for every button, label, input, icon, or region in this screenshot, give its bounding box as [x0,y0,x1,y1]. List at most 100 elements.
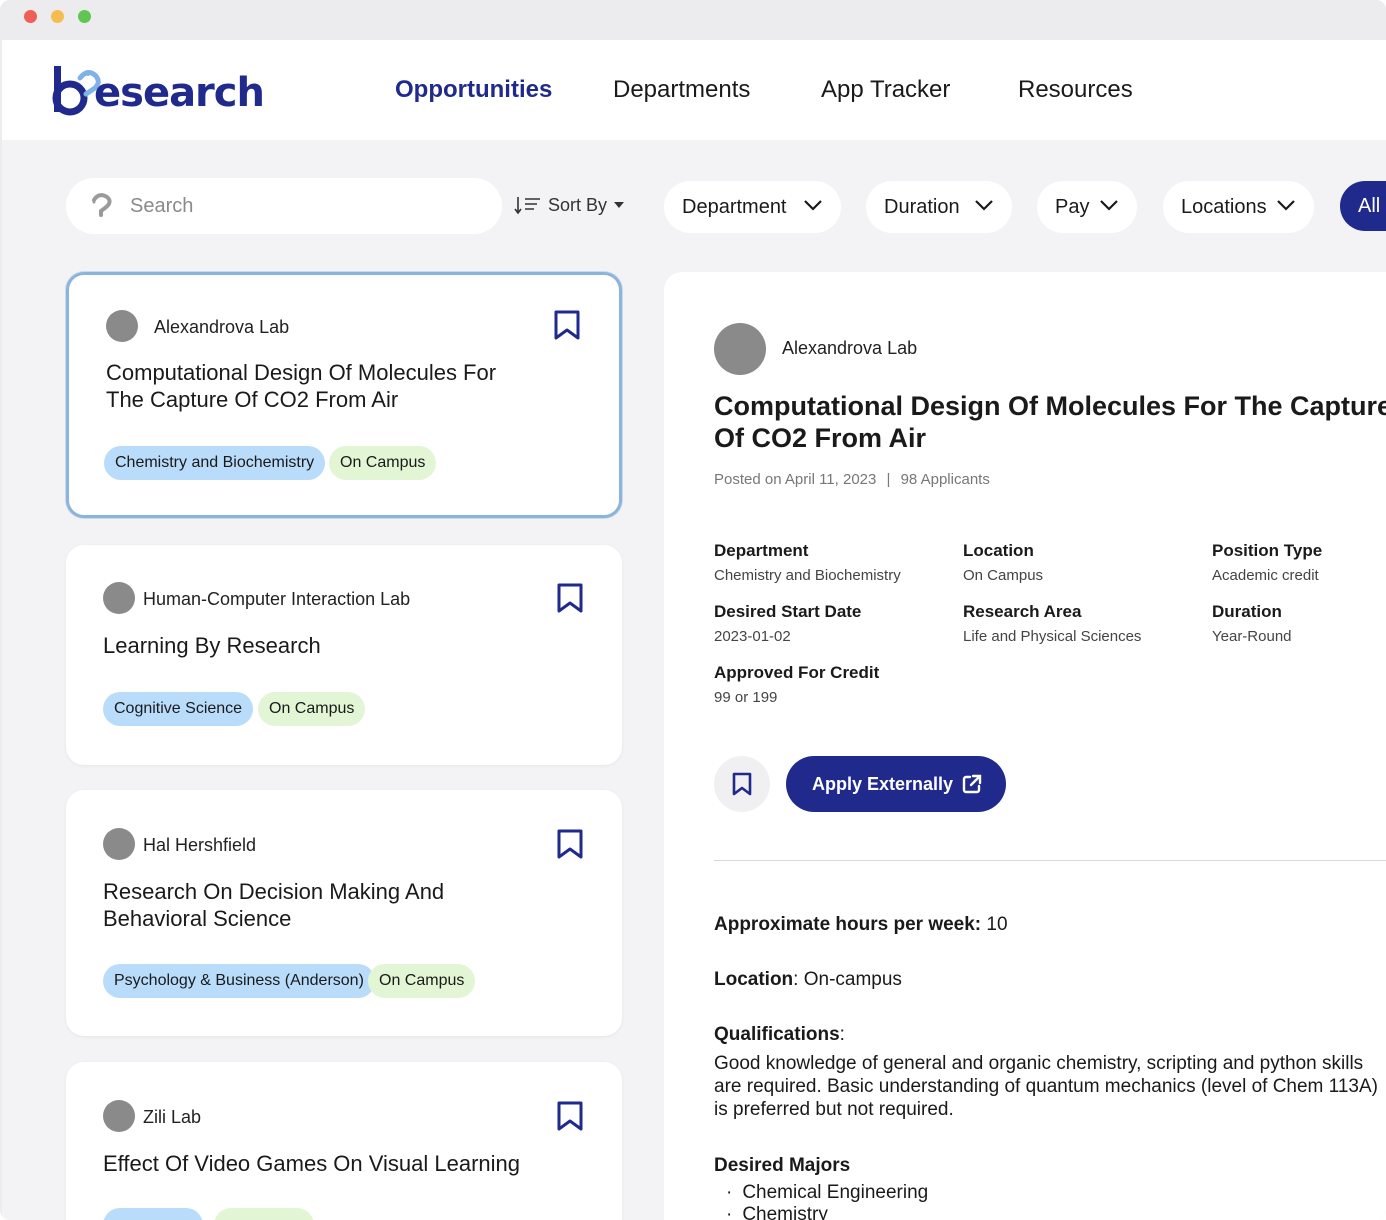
listing-lab-name: Alexandrova Lab [154,317,290,337]
start-date-value: 2023-01-02 [714,628,791,645]
bookmark-icon [732,772,752,796]
minimize-window-button[interactable] [51,10,64,23]
desired-majors-heading: Desired Majors [714,1155,850,1177]
chevron-down-icon [1100,200,1118,211]
close-window-button[interactable] [24,10,37,23]
detail-title: Computational Design Of Molecules For Th… [714,391,1386,453]
qualifications-line: is preferred but not required. [714,1099,954,1120]
major-list-item: · Chemistry [726,1204,828,1220]
location-line: Location: On-campus [714,969,902,991]
location-value: On Campus [963,567,1044,584]
app-content: esearch Opportunities Departments App Tr… [2,40,1386,1220]
section-divider [714,860,1386,861]
location-line-label: Location [714,969,794,990]
filter-department[interactable]: Department [664,181,841,233]
applicant-count: 98 Applicants [900,471,990,488]
department-tag: Cognitive Science [103,692,254,726]
start-date-label: Desired Start Date [714,602,862,621]
filter-locations-label: Locations [1181,195,1267,218]
save-bookmark-button[interactable] [714,756,770,812]
duration-label: Duration [1212,602,1282,621]
major-name: Chemistry [742,1204,828,1220]
filter-pay[interactable]: Pay [1037,181,1137,233]
desired-majors-label: Desired Majors [714,1155,851,1176]
position-type-label: Position Type [1212,541,1323,560]
research-area-value: Life and Physical Sciences [963,628,1142,645]
filter-duration-label: Duration [884,195,960,218]
sort-by-dropdown[interactable]: Sort By [514,192,625,218]
major-name: Chemical Engineering [742,1182,929,1203]
search-bar[interactable] [66,178,502,234]
lab-avatar [714,323,766,375]
location-tag [214,1208,314,1220]
filter-locations[interactable]: Locations [1163,181,1314,233]
posted-date: Posted on April 11, 2023 [714,471,877,488]
top-navbar: esearch Opportunities Departments App Tr… [2,40,1386,140]
hours-label: Approximate hours per week: [714,914,982,935]
filter-all-button[interactable]: All [1340,181,1386,231]
bullet-dot-icon: · [726,1182,733,1203]
search-input[interactable] [130,192,470,220]
location-line-value: On-campus [803,969,902,990]
department-tag: Psychology & Business (Anderson) [103,964,375,998]
credit-value: 99 or 199 [714,689,778,706]
listing-card[interactable]: Hal Hershfield Research On Decision Maki… [66,790,622,1036]
department-label: Department [714,541,809,560]
location-tag: On Campus [368,964,476,998]
listing-lab-name: Hal Hershfield [143,835,257,855]
qualifications-line: Good knowledge of general and organic ch… [714,1053,1364,1074]
listing-card[interactable]: Human-Computer Interaction Lab Learning … [66,545,622,765]
chevron-down-icon [804,200,822,211]
location-label: Location [963,541,1034,560]
research-area-label: Research Area [963,602,1082,621]
nav-resources[interactable]: Resources [1018,76,1133,104]
bookmark-icon[interactable] [553,309,581,341]
listing-title: Research On Decision Making And Behavior… [103,879,445,931]
listing-card[interactable]: Alexandrova Lab Computational Design Of … [66,272,622,518]
apply-label: Apply Externally [812,774,954,794]
filter-pay-label: Pay [1055,195,1090,218]
listing-title: Effect Of Video Games On Visual Learning [103,1151,521,1176]
chevron-down-icon [975,200,993,211]
listing-lab-name: Human-Computer Interaction Lab [143,589,411,609]
caret-down-icon [614,202,625,208]
listing-card[interactable]: Zili Lab Effect Of Video Games On Visual… [66,1062,622,1220]
detail-lab-name: Alexandrova Lab [782,338,918,358]
detail-meta: Posted on April 11, 2023 | 98 Applicants [714,471,990,488]
bookmark-icon[interactable] [556,1100,584,1132]
qualifications-label: Qualifications [714,1024,840,1045]
nav-opportunities[interactable]: Opportunities [395,76,552,104]
location-tag: On Campus [329,446,437,480]
duration-value: Year-Round [1212,628,1292,645]
title-bar [0,0,1386,40]
search-icon [92,193,112,217]
qualifications-heading: Qualifications: [714,1024,845,1046]
external-link-icon [962,774,982,794]
listing-title: Computational Design Of Molecules For Th… [106,360,497,412]
nav-departments[interactable]: Departments [613,76,750,104]
lab-avatar [103,828,135,860]
logo-wordmark: esearch [94,70,265,116]
qualifications-text: Good knowledge of general and organic ch… [714,1052,1386,1121]
listing-title: Learning By Research [103,633,321,658]
lab-avatar [103,1100,135,1132]
nav-app-tracker[interactable]: App Tracker [821,76,950,104]
filter-department-label: Department [682,195,787,218]
chevron-down-icon [1277,200,1295,211]
bookmark-icon[interactable] [556,828,584,860]
browser-window: esearch Opportunities Departments App Tr… [0,0,1386,1220]
maximize-window-button[interactable] [78,10,91,23]
bookmark-icon[interactable] [556,582,584,614]
qualifications-line: are required. Basic understanding of qua… [714,1076,1378,1097]
listing-detail-panel: Alexandrova Lab Computational Design Of … [664,272,1386,1220]
hours-per-week: Approximate hours per week: 10 [714,914,1008,936]
hours-value: 10 [986,914,1008,935]
lab-avatar [106,310,138,342]
listing-lab-name: Zili Lab [143,1107,202,1127]
apply-externally-button[interactable]: Apply Externally [786,756,1006,812]
major-list-item: · Chemical Engineering [726,1182,928,1204]
location-tag: On Campus [258,692,366,726]
filter-duration[interactable]: Duration [866,181,1012,233]
bullet-dot-icon: · [726,1204,733,1220]
department-value: Chemistry and Biochemistry [714,567,901,584]
